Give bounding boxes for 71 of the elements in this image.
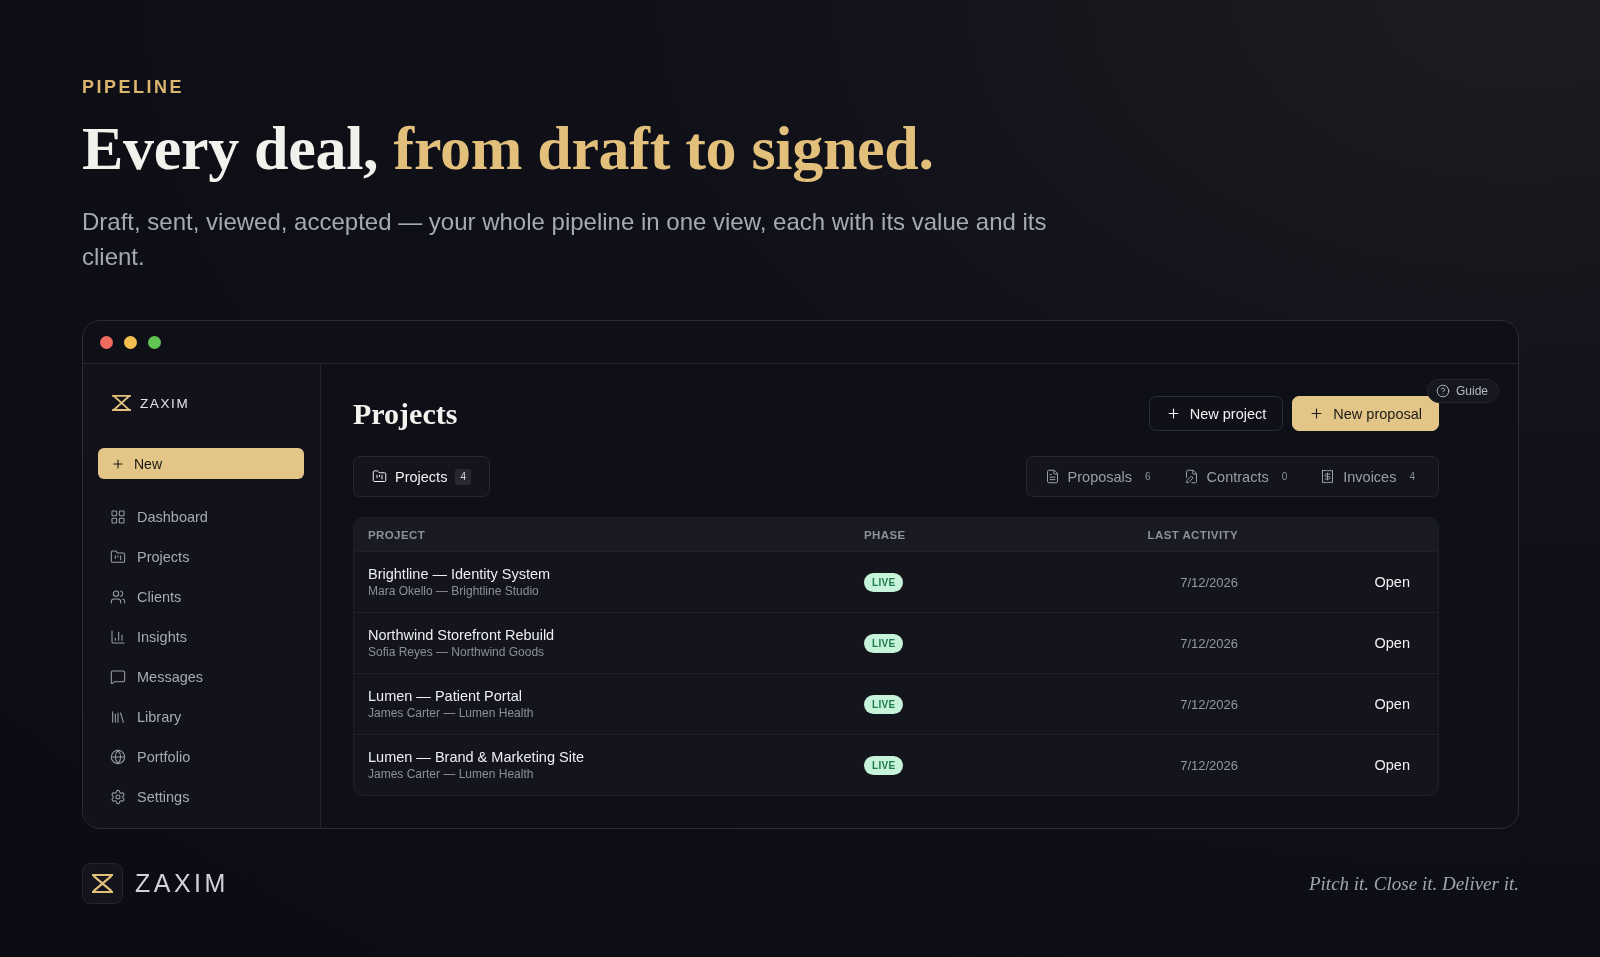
phase-badge: LIVE [864, 694, 904, 714]
nav-item[interactable]: Insights [98, 617, 304, 657]
folder-icon [372, 469, 387, 484]
project-title: Brightline — Identity System [368, 565, 552, 583]
books-icon [110, 709, 126, 725]
open-link[interactable]: Open [1374, 574, 1410, 590]
page-title: Projects [353, 396, 458, 431]
nav-item[interactable]: Library [98, 697, 304, 737]
last-activity-date: 7/12/2026 [1180, 696, 1238, 712]
document-pen-icon [1183, 469, 1199, 484]
document-icon [1044, 469, 1060, 484]
plus-icon [111, 456, 125, 471]
primary-button[interactable]: New proposal [1292, 396, 1439, 431]
tab[interactable]: Contracts 0 [1169, 461, 1307, 492]
phase-badge: LIVE [864, 572, 904, 592]
nav-item[interactable]: Dashboard [98, 497, 304, 537]
open-link[interactable]: Open [1374, 696, 1410, 712]
brand-name: ZAXIM [135, 869, 229, 898]
open-link[interactable]: Open [1374, 757, 1410, 773]
project-title: Lumen — Brand & Marketing Site [368, 748, 585, 766]
phase-badge: LIVE [864, 755, 904, 775]
nav-item[interactable]: Settings [98, 777, 304, 817]
column-header: PHASE [864, 528, 906, 541]
window-minimize-icon[interactable] [124, 335, 137, 349]
brand-name: ZAXIM [140, 395, 190, 411]
globe-icon [110, 749, 126, 765]
hero-subtitle: Draft, sent, viewed, accepted — your whole pipeline in one view, each with its value and its client. [82, 207, 1048, 272]
last-activity-date: 7/12/2026 [1180, 574, 1238, 590]
plus-icon [1165, 406, 1181, 421]
column-header: PROJECT [368, 528, 426, 541]
settings-icon [110, 789, 126, 805]
logo-icon [112, 395, 131, 411]
grid-icon [110, 509, 126, 525]
tab-count: 4 [455, 468, 471, 485]
tagline: Pitch it. Close it. Deliver it. [1308, 872, 1519, 895]
nav-item[interactable]: Messages [98, 657, 304, 697]
project-client: Sofia Reyes — Northwind Goods [368, 644, 546, 660]
tab[interactable]: Projects 4 [358, 461, 485, 492]
window-close-icon[interactable] [100, 335, 113, 349]
headline: Every deal, from draft to signed. [82, 114, 934, 182]
nav-item[interactable]: Clients [98, 577, 304, 617]
tab-count: 4 [1408, 469, 1416, 484]
guide-button[interactable]: Guide [1426, 379, 1499, 403]
tab-count: 6 [1144, 469, 1152, 484]
column-header: LAST ACTIVITY [1147, 528, 1238, 541]
tab[interactable]: Proposals 6 [1030, 461, 1170, 492]
project-title: Lumen — Patient Portal [368, 687, 523, 705]
last-activity-date: 7/12/2026 [1180, 635, 1238, 651]
logo-icon [82, 863, 123, 904]
nav-item[interactable]: Portfolio [98, 737, 304, 777]
nav-item[interactable]: Projects [98, 537, 304, 577]
tab[interactable]: Invoices 4 [1306, 461, 1434, 492]
last-activity-date: 7/12/2026 [1180, 757, 1238, 773]
receipt-icon [1320, 469, 1336, 484]
new-button[interactable]: New [98, 448, 304, 479]
chat-bubble-icon [110, 669, 126, 685]
project-client: James Carter — Lumen Health [368, 705, 535, 721]
project-title: Northwind Storefront Rebuild [368, 626, 556, 644]
phase-badge: LIVE [864, 633, 904, 653]
help-icon [1435, 384, 1450, 398]
project-client: Mara Okello — Brightline Studio [368, 583, 540, 599]
users-icon [110, 589, 126, 605]
eyebrow-label: PIPELINE [82, 76, 186, 98]
plus-icon [1309, 406, 1325, 421]
open-link[interactable]: Open [1374, 635, 1410, 651]
folder-icon [110, 549, 126, 565]
bar-chart-icon [110, 629, 126, 645]
project-client: James Carter — Lumen Health [368, 766, 535, 782]
tab-count: 0 [1280, 469, 1289, 484]
secondary-button[interactable]: New project [1148, 396, 1284, 431]
window-zoom-icon[interactable] [148, 335, 161, 349]
